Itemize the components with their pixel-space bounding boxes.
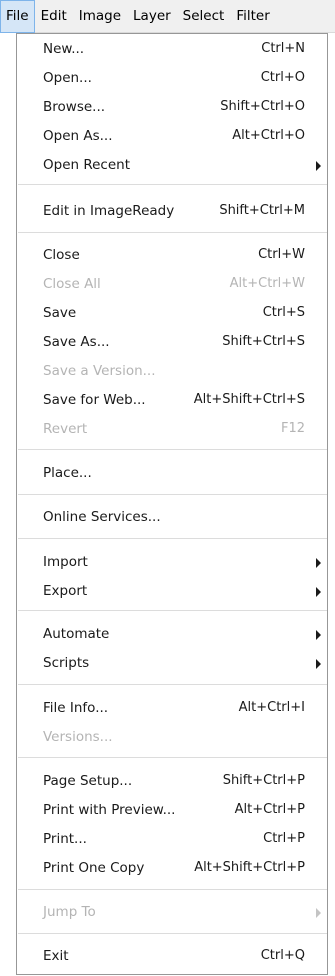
chevron-right-icon: [316, 558, 321, 568]
menu-file[interactable]: File: [0, 0, 35, 33]
menu-item-close-all: Close All Alt+Ctrl+W: [17, 272, 327, 296]
menu-item-label: Automate: [43, 626, 110, 642]
menu-item-shortcut: F12: [280, 421, 305, 436]
menu-item-shortcut: Ctrl+Q: [260, 948, 305, 963]
menu-item-print-one-copy[interactable]: Print One Copy Alt+Shift+Ctrl+P: [17, 856, 327, 880]
menu-item-page-setup[interactable]: Page Setup... Shift+Ctrl+P: [17, 769, 327, 793]
menu-item-open-as[interactable]: Open As... Alt+Ctrl+O: [17, 124, 327, 148]
menu-item-save[interactable]: Save Ctrl+S: [17, 301, 327, 325]
chevron-right-icon: [316, 161, 321, 171]
menu-separator: [18, 684, 327, 685]
menu-item-label: Close All: [43, 276, 101, 292]
menu-item-open-recent[interactable]: Open Recent: [17, 153, 327, 177]
menu-item-label: Print One Copy: [43, 860, 145, 876]
menu-item-print-with-preview[interactable]: Print with Preview... Alt+Ctrl+P: [17, 798, 327, 822]
menu-item-shortcut: Alt+Ctrl+O: [232, 128, 305, 143]
menu-item-label: Save a Version...: [43, 363, 156, 379]
menu-item-label: Page Setup...: [43, 773, 133, 789]
menu-item-place[interactable]: Place...: [17, 461, 327, 485]
menu-filter[interactable]: Filter: [230, 0, 275, 33]
menu-item-shortcut: Shift+Ctrl+O: [220, 99, 305, 114]
menu-item-save-for-web[interactable]: Save for Web... Alt+Shift+Ctrl+S: [17, 388, 327, 412]
menu-item-label: Online Services...: [43, 509, 161, 525]
menu-item-automate[interactable]: Automate: [17, 622, 327, 646]
menu-item-shortcut: Shift+Ctrl+S: [222, 334, 305, 349]
chevron-right-icon: [316, 630, 321, 640]
menu-item-shortcut: Ctrl+N: [261, 41, 305, 56]
menu-separator: [18, 232, 327, 233]
menu-item-shortcut: Alt+Shift+Ctrl+P: [194, 860, 305, 875]
menu-item-export[interactable]: Export: [17, 579, 327, 603]
menu-item-shortcut: Alt+Ctrl+I: [238, 700, 305, 715]
menu-item-label: Browse...: [43, 99, 106, 115]
chevron-right-icon: [316, 587, 321, 597]
menu-item-save-as[interactable]: Save As... Shift+Ctrl+S: [17, 330, 327, 354]
menu-separator: [18, 933, 327, 934]
menu-item-shortcut: Ctrl+S: [262, 305, 305, 320]
menu-item-revert: Revert F12: [17, 417, 327, 441]
menu-item-label: Save As...: [43, 334, 110, 350]
menu-item-shortcut: Ctrl+W: [258, 247, 305, 262]
menu-item-label: Versions...: [43, 729, 113, 745]
menu-item-label: Print...: [43, 831, 87, 847]
menu-item-close[interactable]: Close Ctrl+W: [17, 243, 327, 267]
file-menu-dropdown: New... Ctrl+N Open... Ctrl+O Browse... S…: [16, 33, 328, 975]
menu-separator: [18, 449, 327, 450]
menu-item-shortcut: Alt+Ctrl+W: [229, 276, 305, 291]
menu-item-scripts[interactable]: Scripts: [17, 651, 327, 675]
menu-item-jump-to: Jump To: [17, 900, 327, 924]
menu-separator: [18, 538, 327, 539]
menu-item-online-services[interactable]: Online Services...: [17, 505, 327, 529]
chevron-right-icon: [316, 659, 321, 669]
menu-item-versions: Versions...: [17, 725, 327, 749]
menu-item-browse[interactable]: Browse... Shift+Ctrl+O: [17, 95, 327, 119]
menu-item-label: Scripts: [43, 655, 90, 671]
menu-item-label: Open...: [43, 70, 92, 86]
menu-item-label: Close: [43, 247, 80, 263]
menu-image[interactable]: Image: [73, 0, 127, 33]
menu-item-exit[interactable]: Exit Ctrl+Q: [17, 944, 327, 968]
menu-item-label: Print with Preview...: [43, 802, 176, 818]
menu-item-new[interactable]: New... Ctrl+N: [17, 37, 327, 61]
menu-item-open[interactable]: Open... Ctrl+O: [17, 66, 327, 90]
menu-item-shortcut: Alt+Shift+Ctrl+S: [193, 392, 305, 407]
menu-item-print[interactable]: Print... Ctrl+P: [17, 827, 327, 851]
menu-item-label: File Info...: [43, 700, 109, 716]
chevron-right-icon: [316, 908, 321, 918]
menu-item-label: New...: [43, 41, 85, 57]
menu-item-label: Save for Web...: [43, 392, 146, 408]
menu-item-shortcut: Ctrl+P: [263, 831, 305, 846]
menu-item-save-a-version: Save a Version...: [17, 359, 327, 383]
menu-separator: [18, 494, 327, 495]
menu-item-label: Exit: [43, 948, 69, 964]
menu-item-label: Open Recent: [43, 157, 131, 173]
menu-item-shortcut: Ctrl+O: [260, 70, 305, 85]
menu-separator: [18, 889, 327, 890]
menu-item-label: Edit in ImageReady: [43, 203, 175, 219]
menu-item-import[interactable]: Import: [17, 550, 327, 574]
menu-select[interactable]: Select: [177, 0, 231, 33]
menu-edit[interactable]: Edit: [35, 0, 73, 33]
menu-item-label: Open As...: [43, 128, 113, 144]
menu-item-shortcut: Alt+Ctrl+P: [234, 802, 305, 817]
menu-item-label: Save: [43, 305, 77, 321]
menu-separator: [18, 610, 327, 611]
menu-item-file-info[interactable]: File Info... Alt+Ctrl+I: [17, 696, 327, 720]
menu-separator: [18, 184, 327, 185]
menu-item-edit-in-imageready[interactable]: Edit in ImageReady Shift+Ctrl+M: [17, 199, 327, 223]
menu-item-shortcut: Shift+Ctrl+M: [219, 203, 305, 218]
menu-item-label: Revert: [43, 421, 88, 437]
menu-item-shortcut: Shift+Ctrl+P: [222, 773, 305, 788]
menu-item-label: Import: [43, 554, 88, 570]
menu-item-label: Jump To: [43, 904, 96, 920]
menu-layer[interactable]: Layer: [127, 0, 177, 33]
menu-bar: File Edit Image Layer Select Filter: [0, 0, 335, 33]
menu-item-label: Export: [43, 583, 88, 599]
menu-separator: [18, 757, 327, 758]
menu-item-label: Place...: [43, 465, 92, 481]
